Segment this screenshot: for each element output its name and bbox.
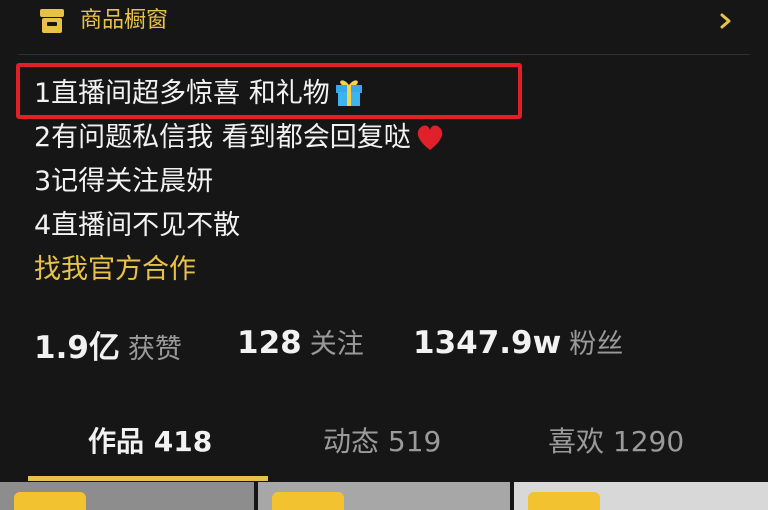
official-cooperation-link[interactable]: 找我官方合作 xyxy=(34,250,196,290)
tab-moments[interactable]: 动态 519 xyxy=(323,420,441,460)
shop-icon xyxy=(40,9,64,33)
video-grid xyxy=(0,482,768,510)
likes-label: 获赞 xyxy=(127,334,182,365)
highlight-annotation-box xyxy=(16,63,522,119)
followers-count: 1347.9w xyxy=(413,325,562,361)
shop-window-row[interactable]: 商品橱窗 xyxy=(0,0,768,52)
thumbnail-badge xyxy=(272,492,344,510)
bio-line-3: 3记得关注晨妍 xyxy=(34,166,214,197)
following-stat[interactable]: 128 关注 xyxy=(237,322,364,361)
bio-line-2: 2有问题私信我 看到都会回复哒 xyxy=(34,118,447,158)
following-label: 关注 xyxy=(309,329,364,360)
tab-likes[interactable]: 喜欢 1290 xyxy=(548,420,684,460)
followers-stat[interactable]: 1347.9w 粉丝 xyxy=(413,322,623,361)
following-count: 128 xyxy=(237,325,302,361)
video-thumbnail[interactable] xyxy=(258,482,510,510)
content-tabs: 作品 418 动态 519 喜欢 1290 xyxy=(0,412,768,482)
divider xyxy=(18,54,750,55)
video-thumbnail[interactable] xyxy=(514,482,768,510)
likes-count: 1.9亿 xyxy=(34,330,120,366)
followers-label: 粉丝 xyxy=(569,329,624,360)
bio-line-4: 4直播间不见不散 xyxy=(34,210,241,241)
likes-stat: 1.9亿 获赞 xyxy=(34,322,182,367)
thumbnail-badge xyxy=(528,492,600,510)
tab-works[interactable]: 作品 418 xyxy=(88,420,212,460)
thumbnail-badge xyxy=(14,492,86,510)
bio-line-2-text: 2有问题私信我 看到都会回复哒 xyxy=(34,122,411,153)
shop-window-label: 商品橱窗 xyxy=(80,8,169,33)
heart-icon xyxy=(417,125,442,150)
video-thumbnail[interactable] xyxy=(0,482,254,510)
chevron-right-icon[interactable] xyxy=(718,6,734,36)
active-tab-indicator xyxy=(28,476,268,481)
